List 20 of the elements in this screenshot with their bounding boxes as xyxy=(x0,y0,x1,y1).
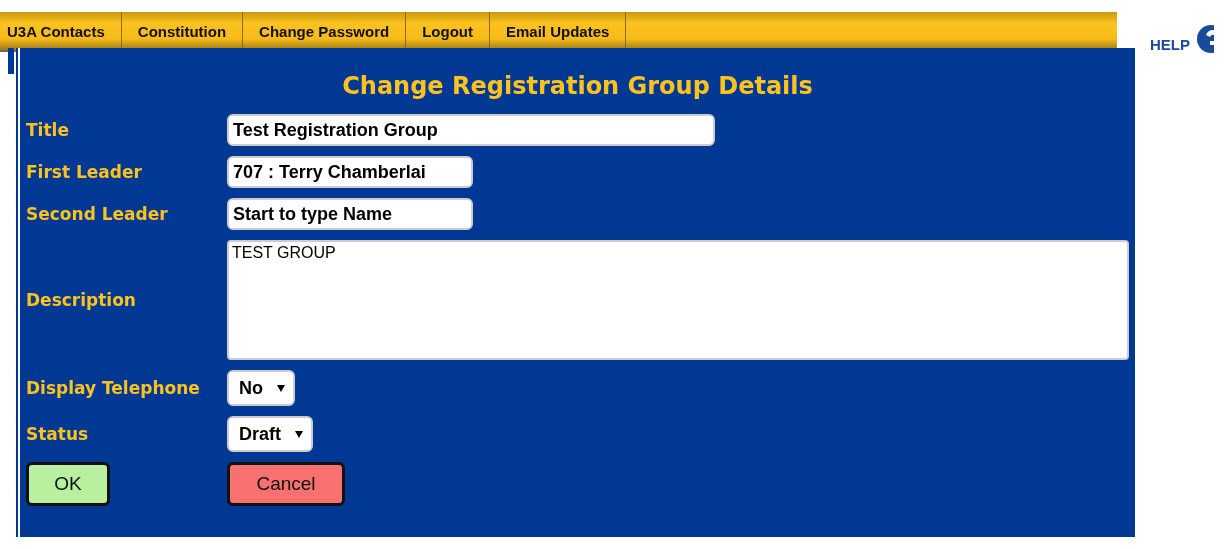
dropdown-arrow-icon xyxy=(277,384,285,392)
ok-button[interactable]: OK xyxy=(26,462,110,506)
text-field[interactable]: Test Registration Group xyxy=(227,114,715,146)
text-field[interactable]: 707 : Terry Chamberlai xyxy=(227,156,473,188)
help-link[interactable]: HELP xyxy=(1150,35,1190,53)
dropdown[interactable]: No xyxy=(227,370,295,406)
description-field[interactable]: TEST GROUP xyxy=(227,240,1129,360)
field-label: Description xyxy=(26,290,137,310)
sidebar-marker xyxy=(8,48,14,74)
cancel-button[interactable]: Cancel xyxy=(227,462,345,506)
field-label: Status xyxy=(26,424,90,444)
field-label: Display Telephone xyxy=(26,378,201,398)
form-title: Change Registration Group Details xyxy=(341,72,814,100)
field-label: Title xyxy=(26,120,70,140)
dropdown-arrow-icon xyxy=(295,430,303,438)
help-icon[interactable] xyxy=(1196,24,1214,54)
text-field[interactable]: Start to type Name xyxy=(227,198,473,230)
field-label: First Leader xyxy=(26,162,143,182)
field-label: Second Leader xyxy=(26,204,169,224)
dropdown[interactable]: Draft xyxy=(227,416,313,452)
